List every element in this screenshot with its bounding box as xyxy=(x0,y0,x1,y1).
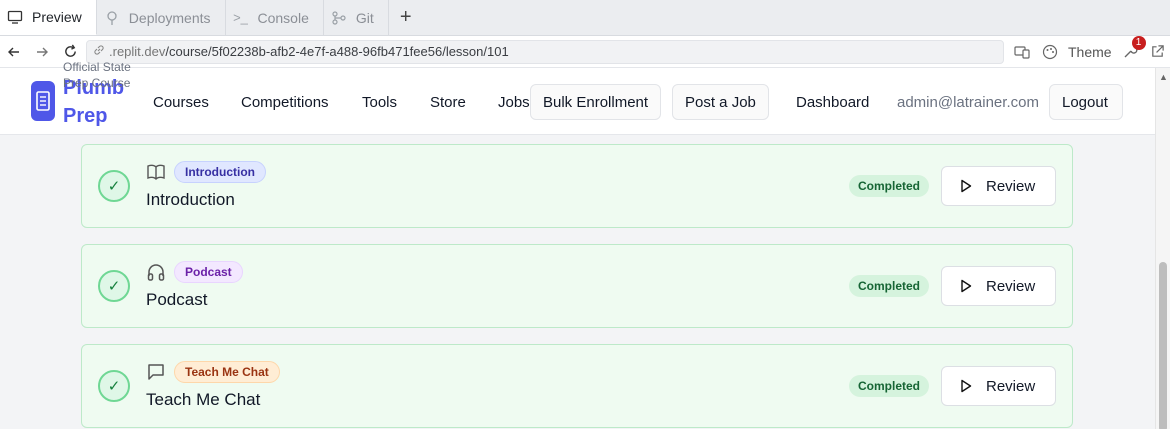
forward-button[interactable] xyxy=(28,38,56,66)
external-link-icon[interactable] xyxy=(1148,42,1168,62)
back-button[interactable] xyxy=(0,38,28,66)
new-tab-button[interactable]: + xyxy=(389,0,423,35)
url-text: .replit.dev/course/5f02238b-afb2-4e7f-a4… xyxy=(109,44,509,59)
notification-badge: 1 xyxy=(1131,35,1146,50)
address-bar-actions: Theme 1 xyxy=(1012,35,1168,62)
scrollbar-thumb[interactable] xyxy=(1159,262,1167,429)
url-input[interactable]: .replit.dev/course/5f02238b-afb2-4e7f-a4… xyxy=(86,39,1004,64)
lesson-type-badge: Teach Me Chat xyxy=(174,361,280,383)
tab-label: Git xyxy=(355,9,374,26)
logout-button[interactable]: Logout xyxy=(1049,84,1123,120)
devices-icon[interactable] xyxy=(1012,42,1032,62)
lesson-card: ✓ Introduction Introduction Completed Re… xyxy=(81,144,1073,228)
monitor-icon xyxy=(6,8,24,26)
nav-tools[interactable]: Tools xyxy=(362,94,397,111)
check-icon: ✓ xyxy=(98,370,130,402)
lesson-card: ✓ Teach Me Chat Teach Me Chat Completed … xyxy=(81,344,1073,428)
review-button[interactable]: Review xyxy=(941,366,1056,406)
arrow-left-icon xyxy=(8,47,19,56)
lesson-type-badge: Introduction xyxy=(174,161,266,183)
scrollbar[interactable]: ▲ xyxy=(1155,68,1170,429)
brand-line-2: Prep xyxy=(63,105,108,127)
git-branch-icon xyxy=(330,9,348,27)
book-open-icon xyxy=(146,162,166,182)
headphones-icon xyxy=(146,262,166,282)
tab-deployments[interactable]: Deployments xyxy=(97,0,226,35)
browser-tab-bar: Preview Deployments >_ Console Git + xyxy=(0,0,1170,36)
nav-courses[interactable]: Courses xyxy=(153,94,209,111)
lesson-title: Introduction xyxy=(146,190,235,209)
tab-label: Console xyxy=(257,9,309,26)
bulk-enrollment-button[interactable]: Bulk Enrollment xyxy=(530,84,662,120)
check-icon: ✓ xyxy=(98,270,130,302)
check-icon: ✓ xyxy=(98,170,130,202)
tab-label: Preview xyxy=(32,9,82,25)
post-job-button[interactable]: Post a Job xyxy=(672,84,769,120)
user-email: admin@latrainer.com xyxy=(897,94,1039,111)
chat-icon xyxy=(146,362,166,382)
terminal-icon: >_ xyxy=(233,10,248,25)
review-label: Review xyxy=(986,377,1036,395)
lesson-card: ✓ Podcast Podcast Completed Review xyxy=(81,244,1073,328)
play-icon xyxy=(961,179,972,193)
review-button[interactable]: Review xyxy=(941,266,1056,306)
tab-preview[interactable]: Preview xyxy=(0,0,97,35)
theme-button[interactable]: Theme xyxy=(1068,44,1112,60)
nav-jobs[interactable]: Jobs xyxy=(498,94,530,111)
reload-icon xyxy=(64,44,76,57)
review-label: Review xyxy=(986,177,1036,195)
status-badge: Completed xyxy=(849,375,930,397)
tab-label: Deployments xyxy=(128,9,211,26)
lesson-title: Teach Me Chat xyxy=(146,390,261,409)
logo-icon[interactable] xyxy=(31,81,55,121)
lesson-type-badge: Podcast xyxy=(174,261,243,283)
lesson-title: Podcast xyxy=(146,290,208,309)
rocket-icon xyxy=(103,9,121,27)
wrench-icon[interactable]: 1 xyxy=(1120,35,1146,62)
brand-subtitle: Official State Prep Course xyxy=(63,60,131,90)
nav-dashboard[interactable]: Dashboard xyxy=(796,94,869,111)
review-label: Review xyxy=(986,277,1036,295)
review-button[interactable]: Review xyxy=(941,166,1056,206)
nav-competitions[interactable]: Competitions xyxy=(241,94,329,111)
tab-git[interactable]: Git xyxy=(324,0,389,35)
link-icon xyxy=(93,44,105,59)
status-badge: Completed xyxy=(849,275,930,297)
address-bar: .replit.dev/course/5f02238b-afb2-4e7f-a4… xyxy=(0,35,1170,68)
play-icon xyxy=(961,379,972,393)
arrow-right-icon xyxy=(37,47,48,56)
nav-store[interactable]: Store xyxy=(430,94,466,111)
app-header: Plumb Prep Courses Competitions Tools St… xyxy=(0,68,1155,135)
scroll-up-icon[interactable]: ▲ xyxy=(1159,72,1168,82)
tab-console[interactable]: >_ Console xyxy=(226,0,324,35)
palette-icon[interactable] xyxy=(1040,42,1060,62)
play-icon xyxy=(961,279,972,293)
status-badge: Completed xyxy=(849,175,930,197)
